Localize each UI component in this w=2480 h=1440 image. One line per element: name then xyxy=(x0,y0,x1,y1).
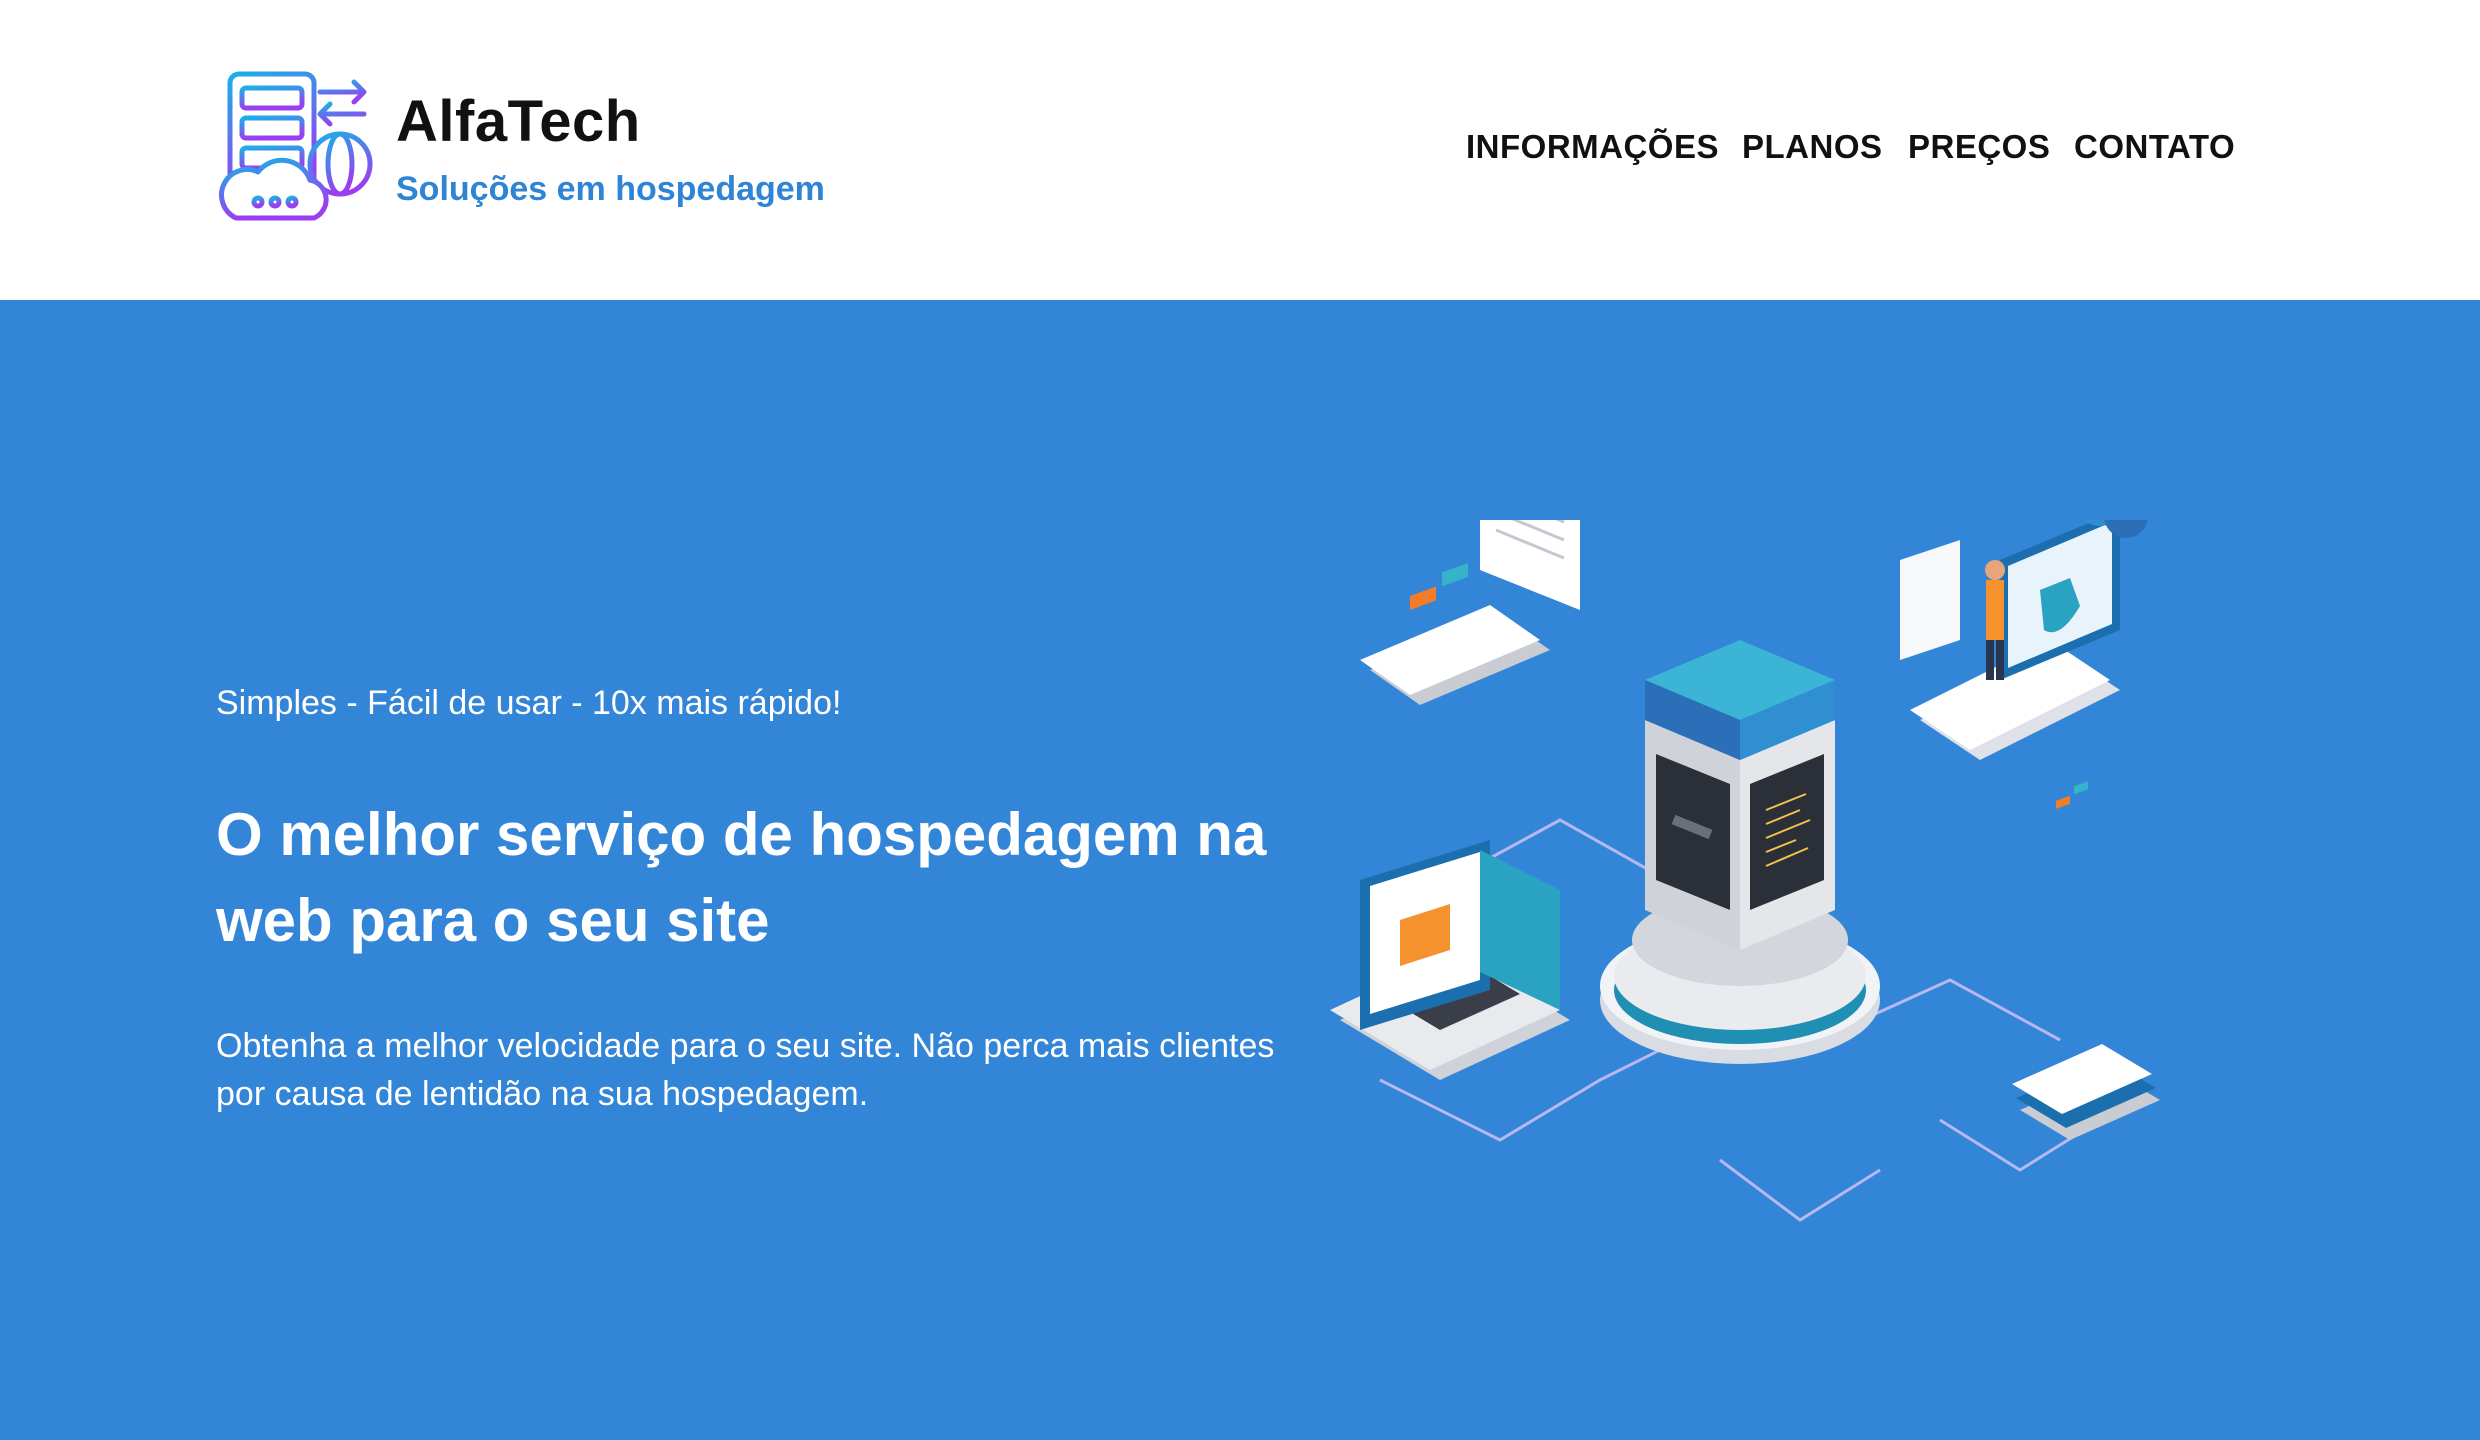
panel-graphic-top-left xyxy=(1360,460,1580,705)
site-header: AlfaTech Soluções em hospedagem INFORMAÇ… xyxy=(0,0,2480,300)
security-screen-graphic xyxy=(1900,474,2148,760)
hero-kicker: Simples - Fácil de usar - 10x mais rápid… xyxy=(216,684,842,722)
server-tower-graphic xyxy=(1600,640,1880,1064)
hero-section: Simples - Fácil de usar - 10x mais rápid… xyxy=(0,300,2480,1440)
nav-item-contato[interactable]: CONTATO xyxy=(2074,128,2235,166)
main-nav: INFORMAÇÕES PLANOS PREÇOS CONTATO xyxy=(0,128,2480,178)
hosting-illustration xyxy=(1300,460,2240,1280)
nav-item-planos[interactable]: PLANOS xyxy=(1742,128,1883,166)
nav-item-informacoes[interactable]: INFORMAÇÕES xyxy=(1466,128,1719,166)
nav-item-precos[interactable]: PREÇOS xyxy=(1908,128,2050,166)
hero-title: O melhor serviço de hospedagem na web pa… xyxy=(216,801,1267,954)
hero-description: Obtenha a melhor velocidade para o seu s… xyxy=(216,1027,1275,1113)
stack-graphic-bottom-right xyxy=(2012,781,2160,1140)
laptop-graphic xyxy=(1330,840,1570,1080)
